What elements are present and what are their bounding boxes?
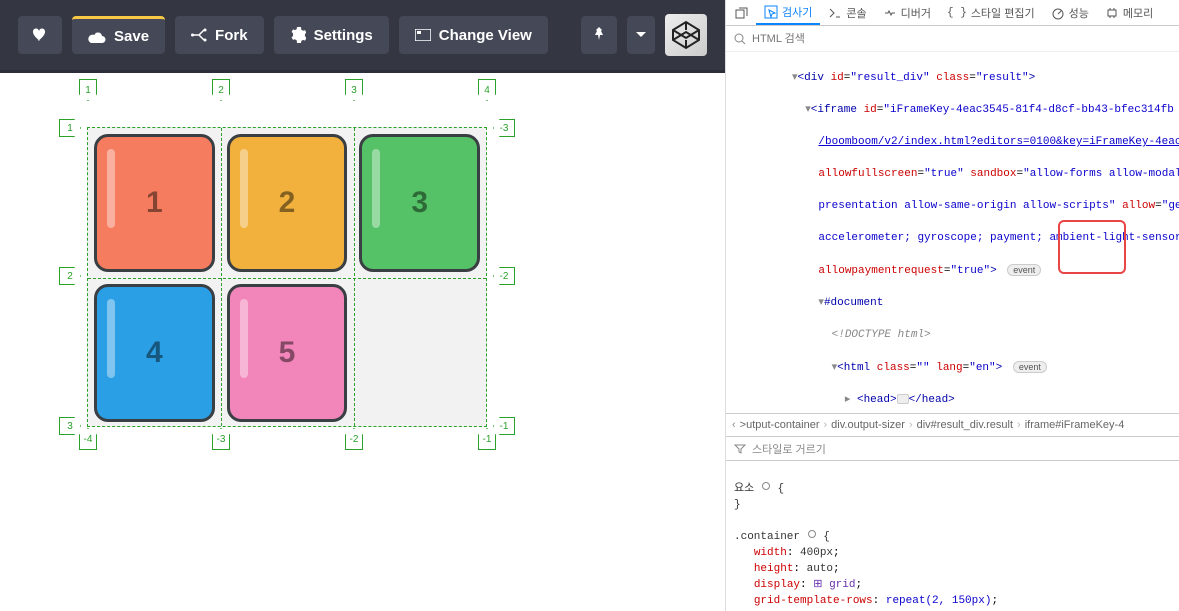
tab-performance[interactable]: 성능 [1043, 0, 1097, 25]
save-button[interactable]: Save [72, 16, 165, 54]
grid-line-label: 3 [59, 417, 81, 435]
grid-line-label: 2 [212, 79, 230, 101]
crumb[interactable]: div#result_div.result [917, 419, 1013, 431]
style-filter[interactable]: 스타일로 거르기 [726, 437, 1179, 461]
chevron-down-icon [635, 31, 647, 39]
fork-button[interactable]: Fork [175, 16, 264, 54]
event-badge[interactable]: event [1007, 264, 1041, 276]
css-value[interactable]: repeat(2, 150px) [886, 595, 992, 607]
settings-button[interactable]: Settings [274, 16, 389, 54]
grid-line-label: 4 [478, 79, 496, 101]
grid-line-label: 3 [345, 79, 363, 101]
css-value[interactable]: auto [807, 563, 833, 575]
new-window-icon[interactable] [726, 0, 756, 25]
rule-selector: 요소 [734, 483, 754, 495]
save-label: Save [114, 28, 149, 45]
dom-tree[interactable]: ▾<div id="result_div" class="result"> ▾<… [726, 52, 1179, 413]
cloud-icon [88, 31, 106, 43]
tab-label: 콘솔 [846, 5, 866, 21]
changeview-label: Change View [439, 27, 532, 44]
fork-label: Fork [215, 27, 248, 44]
filter-icon [734, 444, 746, 454]
grid-line-label: -1 [493, 417, 515, 435]
search-input[interactable] [746, 33, 1174, 45]
chevron-down-button[interactable] [627, 16, 655, 54]
tab-console[interactable]: 콘솔 [820, 0, 874, 25]
tab-memory[interactable]: 메모리 [1097, 0, 1161, 25]
settings-label: Settings [314, 27, 373, 44]
grid-cell: 2 [227, 134, 348, 272]
grid-line-label: 1 [79, 79, 97, 101]
pin-button[interactable] [581, 16, 617, 54]
grid-cell: 3 [359, 134, 480, 272]
fork-icon [191, 28, 207, 42]
tab-label: 검사기 [782, 4, 812, 20]
result-pane: 1 2 3 4 -4 -3 -2 -1 1 2 3 -3 -2 -1 1 2 3… [0, 70, 725, 611]
grid-line-label: -2 [493, 267, 515, 285]
css-value[interactable]: grid [829, 579, 855, 591]
event-badge[interactable]: event [1013, 361, 1047, 373]
tab-debugger[interactable]: 디버거 [875, 0, 939, 25]
devtools-tabs: 검사기 콘솔 디버거 { } 스타일 편집기 성능 메모리 [726, 0, 1179, 26]
grid-line-label: -4 [79, 428, 97, 450]
html-search[interactable] [726, 26, 1179, 52]
tab-label: 메모리 [1123, 5, 1153, 21]
grid-line-label: -1 [478, 428, 496, 450]
codepen-logo-icon [670, 19, 702, 51]
grid-line-label: -2 [345, 428, 363, 450]
grid-container: 1 2 3 4 5 [87, 127, 487, 427]
styles-pane[interactable]: 요소 { } .container { width: 400px; height… [726, 461, 1179, 611]
tab-label: 디버거 [901, 5, 931, 21]
grid-cell: 4 [94, 284, 215, 422]
heart-icon [32, 28, 48, 42]
grid-cell: 1 [94, 134, 215, 272]
heart-button[interactable] [18, 16, 62, 54]
gear-icon [290, 27, 306, 43]
tab-inspector[interactable]: 검사기 [756, 0, 820, 25]
pin-icon [593, 27, 605, 43]
grid-line-label: -3 [212, 428, 230, 450]
layout-icon [415, 29, 431, 41]
filter-placeholder: 스타일로 거르기 [752, 441, 826, 457]
crumb[interactable]: div.output-sizer [831, 419, 905, 431]
grid-cell: 5 [227, 284, 348, 422]
avatar[interactable] [665, 14, 707, 56]
changeview-button[interactable]: Change View [399, 16, 548, 54]
grid-line-label: 1 [59, 119, 81, 137]
tab-label: 성능 [1069, 5, 1089, 21]
breadcrumb[interactable]: ‹ >utput-container› div.output-sizer› di… [726, 413, 1179, 437]
crumb[interactable]: iframe#iFrameKey-4 [1025, 419, 1125, 431]
rule-selector: .container [734, 531, 800, 543]
tab-label: 스타일 편집기 [971, 5, 1035, 21]
css-value[interactable]: 400px [800, 547, 833, 559]
grid-line-label: 2 [59, 267, 81, 285]
grid-line-label: -3 [493, 119, 515, 137]
crumb[interactable]: >utput-container [740, 419, 820, 431]
search-icon [734, 33, 746, 45]
tab-style-editor[interactable]: { } 스타일 편집기 [939, 0, 1043, 25]
